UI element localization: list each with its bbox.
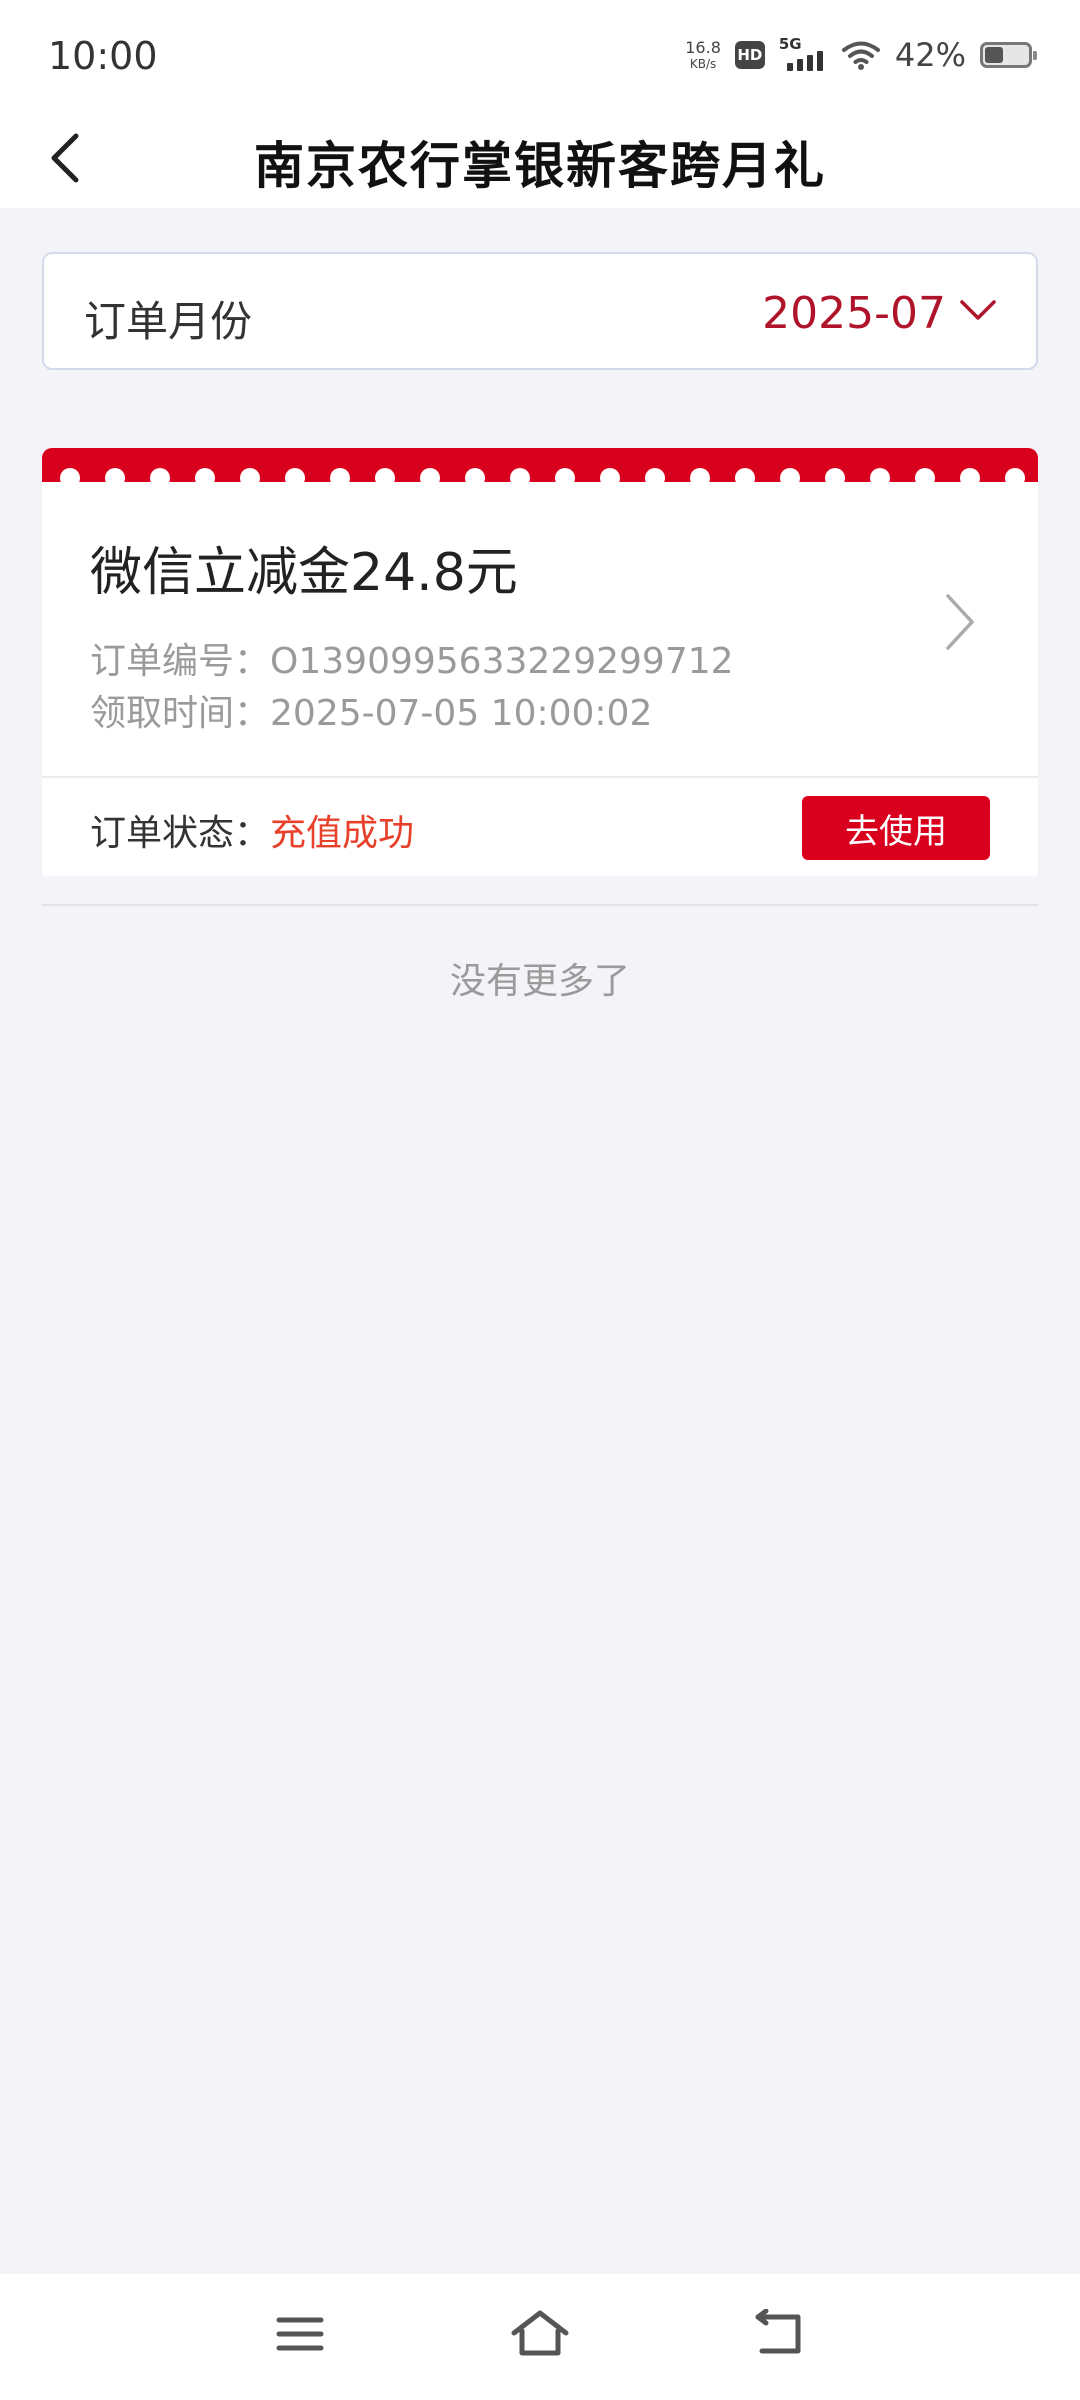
order-status-label: 订单状态： [90, 813, 271, 854]
status-bar: 10:00 16.8 KB/s HD 5G 42% [0, 0, 1080, 110]
order-status-value: 充值成功 [270, 813, 415, 854]
home-icon [511, 2310, 569, 2356]
battery-icon [980, 42, 1037, 68]
order-number-value: O1390995633229299712 [270, 641, 734, 682]
claim-time-label: 领取时间： [90, 693, 271, 734]
back-icon [755, 2309, 801, 2354]
battery-level-fill [985, 47, 1003, 63]
order-number-label: 订单编号： [90, 641, 271, 682]
recent-apps-button[interactable] [267, 2304, 333, 2364]
order-card: 微信立减金24.8元 订单编号：O1390995633229299712 领取时… [42, 448, 1038, 876]
order-month-label: 订单月份 [84, 297, 253, 346]
app-header: 南京农行掌银新客跨月礼 [0, 110, 1080, 208]
chevron-down-icon [960, 300, 996, 320]
card-divider [42, 776, 1038, 778]
wifi-icon [841, 41, 880, 70]
order-title: 微信立减金24.8元 [90, 543, 518, 603]
order-detail-link[interactable]: 微信立减金24.8元 订单编号：O1390995633229299712 领取时… [42, 482, 1038, 776]
claim-time-line: 领取时间：2025-07-05 10:00:02 [90, 684, 652, 736]
page-title: 南京农行掌银新客跨月礼 [254, 137, 826, 195]
network-speed-value: 16.8 [685, 38, 721, 57]
order-status-line: 订单状态：充值成功 [90, 804, 414, 856]
menu-icon [276, 2317, 324, 2351]
battery-percent: 42% [894, 36, 966, 74]
status-icons: 16.8 KB/s HD 5G 42% [685, 32, 1037, 78]
cellular-signal-icon: 5G [779, 35, 827, 75]
network-speed: 16.8 KB/s [685, 38, 721, 71]
network-speed-unit: KB/s [689, 57, 717, 71]
claim-time-value: 2025-07-05 10:00:02 [270, 693, 653, 734]
system-back-button[interactable] [747, 2304, 813, 2364]
order-month-value: 2025-07 [762, 288, 946, 339]
order-month-selector[interactable]: 订单月份 2025-07 [42, 252, 1038, 370]
status-time: 10:00 [48, 34, 158, 78]
order-number-line: 订单编号：O1390995633229299712 [90, 632, 734, 684]
home-button[interactable] [507, 2304, 573, 2364]
system-nav-bar [0, 2274, 1080, 2400]
list-end-text: 没有更多了 [449, 961, 630, 1002]
list-divider [42, 904, 1038, 906]
use-coupon-button[interactable]: 去使用 [802, 796, 990, 860]
hd-icon: HD [734, 41, 765, 69]
chevron-right-icon [946, 594, 974, 650]
